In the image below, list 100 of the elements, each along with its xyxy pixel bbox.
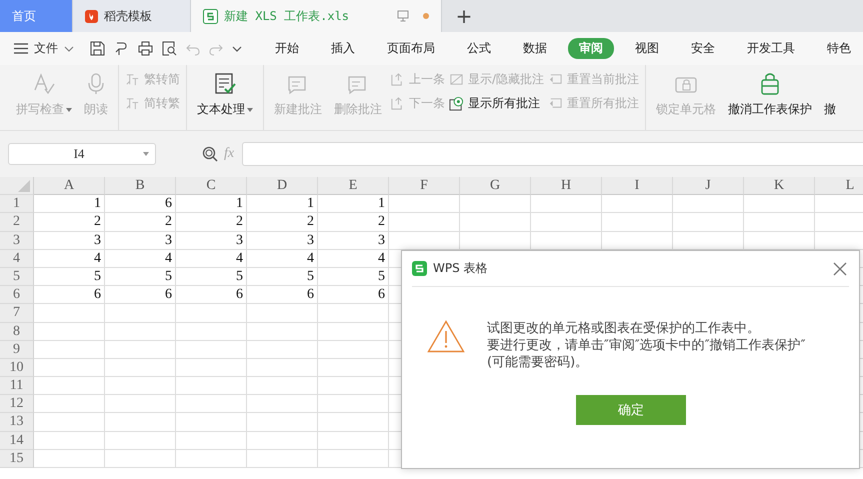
table-cell[interactable]: 1	[247, 195, 318, 214]
zoom-icon[interactable]	[202, 146, 218, 162]
table-cell[interactable]: 3	[105, 232, 176, 250]
table-cell[interactable]	[318, 413, 389, 432]
table-cell[interactable]	[318, 450, 389, 468]
select-all-corner[interactable]	[0, 177, 34, 196]
table-cell[interactable]	[105, 432, 176, 450]
ribbon-tab[interactable]: 页面布局	[376, 38, 446, 59]
column-header[interactable]: D	[247, 177, 318, 196]
table-cell[interactable]	[247, 413, 318, 432]
table-cell[interactable]	[318, 304, 389, 322]
file-menu[interactable]: 文件	[14, 40, 82, 57]
column-header[interactable]: J	[673, 177, 744, 196]
print-icon[interactable]	[138, 41, 153, 56]
table-cell[interactable]	[602, 213, 673, 232]
table-cell[interactable]	[105, 450, 176, 468]
table-cell[interactable]	[673, 213, 744, 232]
table-cell[interactable]: 3	[176, 232, 247, 250]
table-cell[interactable]: 5	[176, 268, 247, 286]
print-preview-icon[interactable]	[162, 41, 177, 56]
column-header[interactable]: H	[531, 177, 602, 196]
undo-icon[interactable]	[186, 42, 200, 56]
table-cell[interactable]: 6	[318, 286, 389, 304]
table-cell[interactable]: 5	[34, 268, 105, 286]
table-cell[interactable]: 2	[176, 213, 247, 232]
table-cell[interactable]	[176, 322, 247, 341]
table-cell[interactable]: 4	[318, 250, 389, 268]
row-header[interactable]: 3	[0, 232, 34, 250]
row-header[interactable]: 13	[0, 413, 34, 432]
column-header[interactable]: K	[744, 177, 815, 196]
table-cell[interactable]	[247, 395, 318, 414]
ribbon-button[interactable]: 文本处理	[193, 69, 257, 120]
table-cell[interactable]	[105, 322, 176, 341]
table-cell[interactable]: 2	[318, 213, 389, 232]
row-header[interactable]: 2	[0, 213, 34, 232]
row-header[interactable]: 8	[0, 322, 34, 341]
table-cell[interactable]	[176, 358, 247, 378]
table-cell[interactable]	[34, 304, 105, 322]
table-cell[interactable]	[602, 195, 673, 214]
table-cell[interactable]	[673, 195, 744, 214]
table-cell[interactable]	[176, 450, 247, 468]
table-cell[interactable]: 4	[176, 250, 247, 268]
ribbon-tab[interactable]: 插入	[320, 38, 366, 59]
row-header[interactable]: 5	[0, 268, 34, 286]
table-cell[interactable]	[105, 304, 176, 322]
table-cell[interactable]	[247, 450, 318, 468]
table-cell[interactable]: 5	[247, 268, 318, 286]
new-tab-button[interactable]: +	[442, 0, 486, 32]
column-header[interactable]: L	[815, 177, 863, 196]
table-cell[interactable]	[247, 340, 318, 359]
row-header[interactable]: 9	[0, 340, 34, 359]
column-header[interactable]: E	[318, 177, 389, 196]
table-cell[interactable]	[34, 432, 105, 450]
table-cell[interactable]	[34, 322, 105, 341]
ribbon-tab[interactable]: 特色	[816, 38, 862, 59]
table-cell[interactable]	[176, 304, 247, 322]
table-cell[interactable]	[34, 358, 105, 378]
table-cell[interactable]	[389, 213, 460, 232]
close-icon[interactable]	[833, 262, 847, 276]
table-cell[interactable]: 6	[34, 286, 105, 304]
ribbon-button[interactable]: 撤	[820, 69, 840, 120]
table-cell[interactable]	[318, 322, 389, 341]
column-header[interactable]: I	[602, 177, 673, 196]
table-cell[interactable]	[34, 450, 105, 468]
table-cell[interactable]: 1	[318, 195, 389, 214]
table-cell[interactable]: 3	[247, 232, 318, 250]
ribbon-button[interactable]: 撤消工作表保护	[724, 69, 816, 120]
table-cell[interactable]	[318, 395, 389, 414]
column-header[interactable]: G	[460, 177, 531, 196]
row-header[interactable]: 7	[0, 304, 34, 322]
table-cell[interactable]: 4	[247, 250, 318, 268]
row-header[interactable]: 10	[0, 358, 34, 378]
table-cell[interactable]	[105, 358, 176, 378]
table-cell[interactable]	[247, 322, 318, 341]
table-cell[interactable]	[744, 195, 815, 214]
table-cell[interactable]	[531, 195, 602, 214]
redo-icon[interactable]	[209, 42, 223, 56]
table-cell[interactable]	[247, 377, 318, 396]
formula-field[interactable]	[242, 142, 863, 166]
table-cell[interactable]: 2	[247, 213, 318, 232]
row-header[interactable]: 1	[0, 195, 34, 214]
document-tab[interactable]: 稻壳模板	[72, 0, 190, 32]
table-cell[interactable]: 1	[34, 195, 105, 214]
table-cell[interactable]	[176, 413, 247, 432]
table-cell[interactable]	[318, 377, 389, 396]
table-cell[interactable]	[531, 213, 602, 232]
row-header[interactable]: 6	[0, 286, 34, 304]
chevron-down-icon[interactable]	[232, 44, 242, 52]
table-cell[interactable]: 4	[105, 250, 176, 268]
row-header[interactable]: 12	[0, 395, 34, 414]
table-cell[interactable]: 5	[105, 268, 176, 286]
table-cell[interactable]	[744, 213, 815, 232]
table-cell[interactable]	[34, 377, 105, 396]
ribbon-tab[interactable]: 公式	[456, 38, 502, 59]
table-cell[interactable]	[247, 358, 318, 378]
name-box[interactable]: I4	[8, 143, 156, 165]
table-cell[interactable]	[176, 377, 247, 396]
table-cell[interactable]	[34, 340, 105, 359]
table-cell[interactable]	[389, 195, 460, 214]
row-header[interactable]: 15	[0, 450, 34, 468]
